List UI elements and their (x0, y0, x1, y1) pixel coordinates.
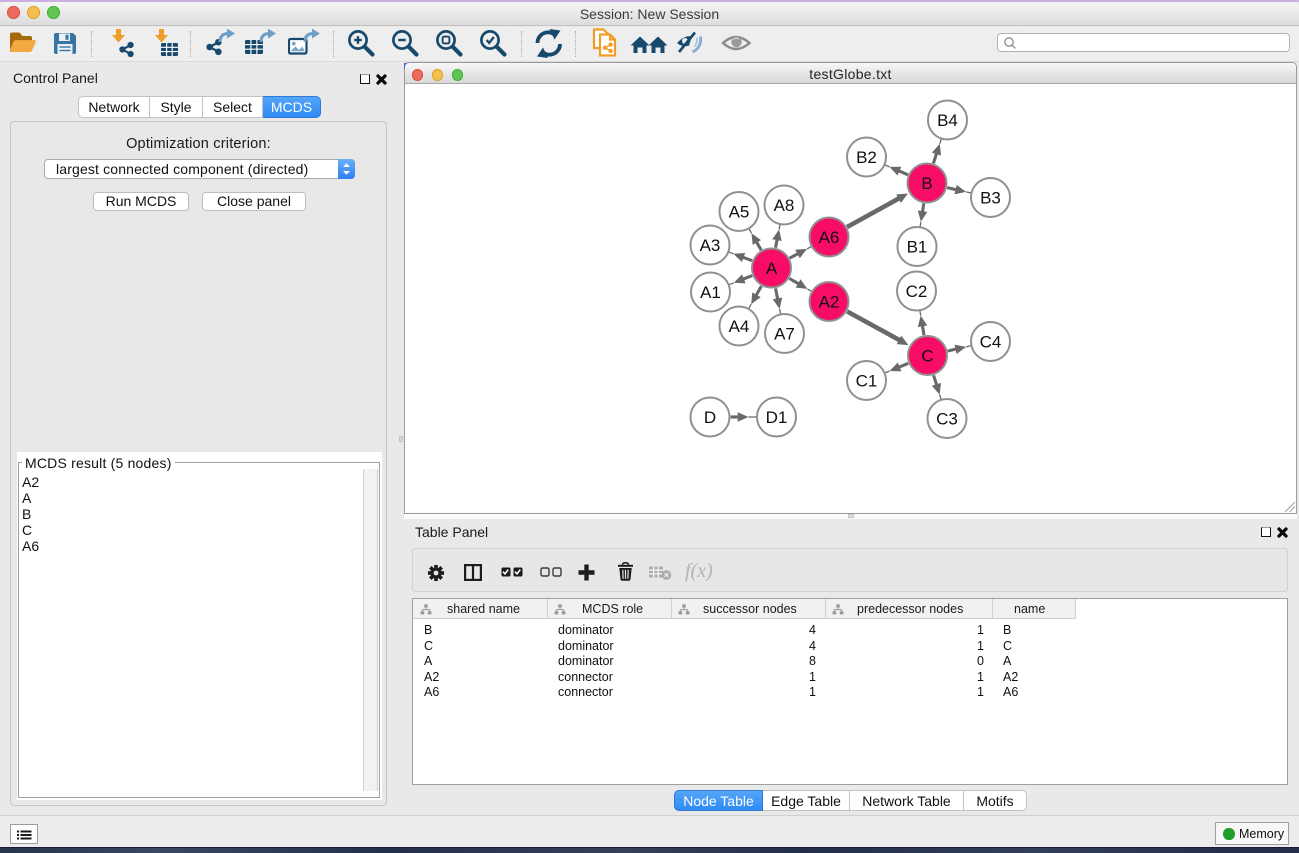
svg-text:A1: A1 (700, 283, 721, 302)
svg-text:A: A (766, 259, 778, 278)
svg-text:A4: A4 (729, 317, 750, 336)
svg-text:C: C (921, 347, 933, 366)
svg-text:A8: A8 (774, 196, 795, 215)
svg-text:A5: A5 (729, 203, 750, 222)
svg-text:A2: A2 (819, 293, 840, 312)
svg-text:B1: B1 (907, 238, 928, 257)
svg-text:B4: B4 (937, 111, 958, 130)
svg-text:B3: B3 (980, 189, 1001, 208)
svg-text:D1: D1 (766, 408, 788, 427)
svg-text:C1: C1 (856, 372, 878, 391)
svg-text:C2: C2 (906, 282, 928, 301)
svg-text:D: D (704, 408, 716, 427)
svg-text:A3: A3 (700, 236, 721, 255)
svg-text:C4: C4 (980, 333, 1002, 352)
svg-text:C3: C3 (936, 410, 958, 429)
svg-text:B2: B2 (856, 148, 877, 167)
svg-text:B: B (921, 174, 932, 193)
svg-text:A7: A7 (774, 325, 795, 344)
svg-text:A6: A6 (819, 228, 840, 247)
